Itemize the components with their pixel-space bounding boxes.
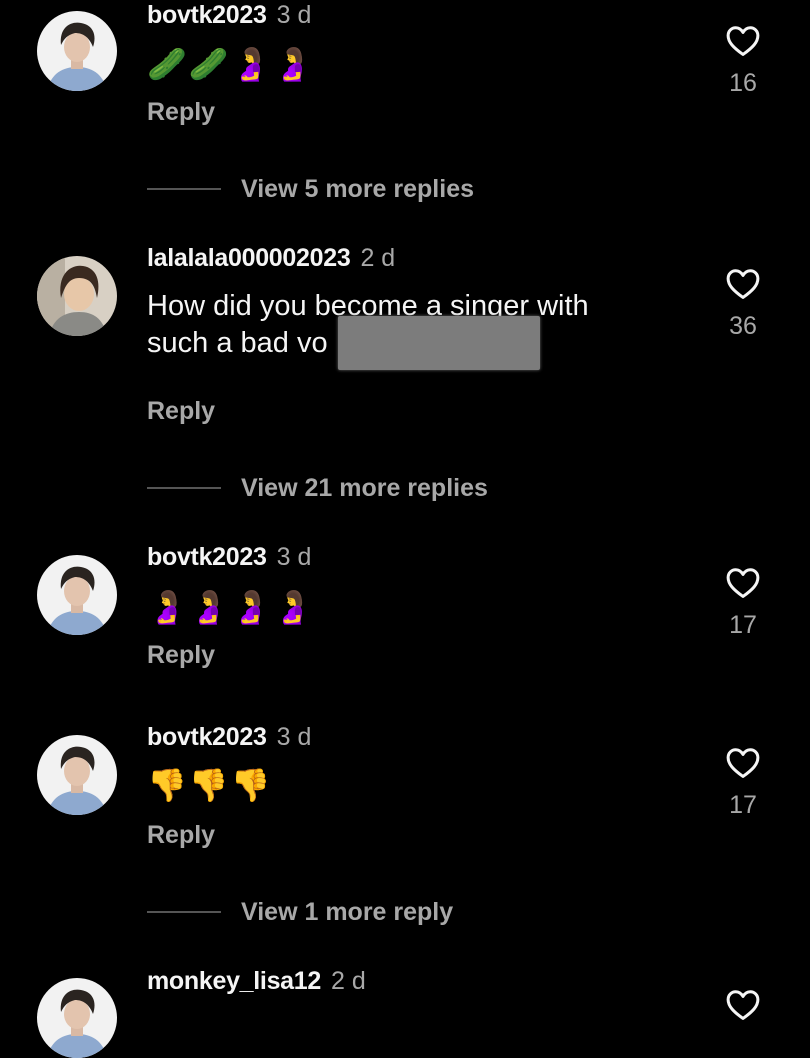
comment-header: bovtk2023 3 d: [147, 542, 311, 572]
like-button[interactable]: 17: [718, 744, 768, 820]
timestamp: 3 d: [276, 723, 312, 751]
username[interactable]: monkey_lisa12: [147, 967, 321, 995]
view-more-replies[interactable]: View 5 more replies: [147, 174, 474, 204]
timestamp: 2 d: [331, 967, 366, 995]
like-count: 17: [729, 611, 757, 639]
comment-text: 🥒🥒🤰🤰: [147, 46, 315, 82]
heart-outline-icon[interactable]: [718, 986, 768, 1024]
avatar[interactable]: [37, 555, 117, 635]
like-button[interactable]: 16: [718, 22, 768, 98]
like-count: 16: [729, 69, 757, 97]
reply-button[interactable]: Reply: [147, 396, 215, 426]
view-more-replies[interactable]: View 21 more replies: [147, 473, 488, 503]
timestamp: 2 d: [360, 244, 396, 272]
avatar[interactable]: [37, 256, 117, 336]
heart-outline-icon[interactable]: [718, 744, 768, 782]
comment-header: bovtk2023 3 d: [147, 0, 311, 30]
reply-button[interactable]: Reply: [147, 640, 215, 670]
timestamp: 3 d: [276, 1, 312, 29]
username[interactable]: bovtk2023: [147, 543, 267, 571]
like-count: 17: [729, 791, 757, 819]
timestamp: 3 d: [276, 543, 312, 571]
avatar[interactable]: [37, 11, 117, 91]
redaction-box: [338, 316, 540, 370]
username[interactable]: lalalala000002023: [147, 244, 351, 272]
view-more-label[interactable]: View 21 more replies: [241, 473, 488, 503]
comment-text: 👎👎👎: [147, 767, 273, 803]
username[interactable]: bovtk2023: [147, 1, 267, 29]
comment-text: 🤰🤰🤰🤰: [147, 589, 315, 625]
divider-line: [147, 188, 221, 190]
divider-line: [147, 911, 221, 913]
username[interactable]: bovtk2023: [147, 723, 267, 751]
like-count: 36: [729, 312, 757, 340]
comment-header: lalalala000002023 2 d: [147, 243, 395, 273]
reply-button[interactable]: Reply: [147, 97, 215, 127]
comment-header: bovtk2023 3 d: [147, 722, 311, 752]
view-more-label[interactable]: View 1 more reply: [241, 897, 453, 927]
avatar[interactable]: [37, 735, 117, 815]
reply-button[interactable]: Reply: [147, 820, 215, 850]
view-more-label[interactable]: View 5 more replies: [241, 174, 474, 204]
avatar[interactable]: [37, 978, 117, 1058]
heart-outline-icon[interactable]: [718, 265, 768, 303]
like-button[interactable]: [718, 986, 768, 1024]
divider-line: [147, 487, 221, 489]
heart-outline-icon[interactable]: [718, 22, 768, 60]
view-more-replies[interactable]: View 1 more reply: [147, 897, 453, 927]
like-button[interactable]: 17: [718, 564, 768, 640]
heart-outline-icon[interactable]: [718, 564, 768, 602]
like-button[interactable]: 36: [718, 265, 768, 341]
comment-header: monkey_lisa12 2 d: [147, 966, 366, 996]
